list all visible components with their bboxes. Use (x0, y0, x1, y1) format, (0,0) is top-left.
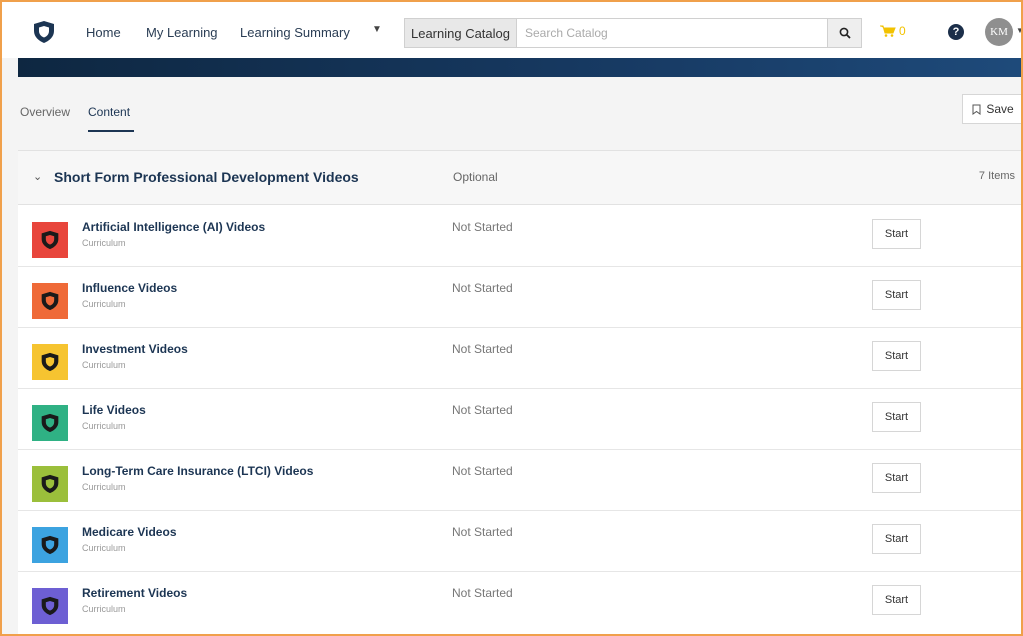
item-type: Curriculum (82, 604, 126, 614)
more-menu-caret-icon[interactable]: ▼ (372, 24, 382, 35)
cart-button[interactable]: 0 (880, 24, 906, 38)
item-type: Curriculum (82, 543, 126, 553)
help-icon[interactable]: ? (948, 24, 964, 40)
nav-my-learning-link[interactable]: My Learning (146, 25, 218, 40)
section-requirement: Optional (453, 170, 498, 184)
item-title-link[interactable]: Long-Term Care Insurance (LTCI) Videos (82, 464, 313, 478)
tab-content[interactable]: Content (88, 105, 130, 119)
shield-icon (41, 230, 59, 250)
shield-icon (41, 413, 59, 433)
item-title-link[interactable]: Medicare Videos (82, 525, 177, 539)
search-icon (839, 27, 851, 39)
list-item[interactable]: Medicare Videos Curriculum Not Started Star… (18, 511, 1021, 572)
shield-icon (41, 291, 59, 311)
bookmark-icon (972, 104, 981, 115)
item-status: Not Started (452, 525, 513, 539)
shield-icon (41, 596, 59, 616)
list-item[interactable]: Life Videos Curriculum Not Started Start (18, 389, 1021, 450)
shield-icon (41, 535, 59, 555)
item-thumbnail (32, 588, 68, 624)
section-header[interactable]: ⌄ Short Form Professional Development Vi… (18, 151, 1021, 205)
shield-logo-icon[interactable] (32, 20, 56, 44)
item-status: Not Started (452, 281, 513, 295)
item-thumbnail (32, 344, 68, 380)
avatar[interactable]: KM (985, 18, 1013, 46)
shield-icon (41, 352, 59, 372)
item-status: Not Started (452, 220, 513, 234)
item-status: Not Started (452, 403, 513, 417)
chevron-down-icon[interactable]: ⌄ (33, 170, 42, 183)
search-input[interactable] (517, 19, 827, 47)
item-title-link[interactable]: Life Videos (82, 403, 146, 417)
content-panel: ⌄ Short Form Professional Development Vi… (18, 150, 1021, 634)
item-type: Curriculum (82, 482, 126, 492)
start-button[interactable]: Start (872, 402, 921, 432)
start-button[interactable]: Start (872, 463, 921, 493)
tab-bar: Overview Content Save (2, 78, 1021, 146)
item-type: Curriculum (82, 299, 126, 309)
item-status: Not Started (452, 464, 513, 478)
shield-icon (41, 474, 59, 494)
active-tab-indicator (88, 130, 134, 132)
list-item[interactable]: Investment Videos Curriculum Not Started St… (18, 328, 1021, 389)
item-status: Not Started (452, 342, 513, 356)
app-window: Home My Learning Learning Summary ▼ Lear… (0, 0, 1023, 636)
start-button[interactable]: Start (872, 280, 921, 310)
avatar-caret-icon[interactable]: ▼ (1016, 26, 1021, 35)
list-item[interactable]: Influence Videos Curriculum Not Started Sta… (18, 267, 1021, 328)
item-title-link[interactable]: Artificial Intelligence (AI) Videos (82, 220, 265, 234)
cart-count: 0 (899, 24, 906, 38)
save-label: Save (986, 102, 1014, 116)
start-button[interactable]: Start (872, 341, 921, 371)
item-thumbnail (32, 283, 68, 319)
list-item[interactable]: Long-Term Care Insurance (LTCI) Videos Cu… (18, 450, 1021, 511)
tab-overview[interactable]: Overview (20, 105, 70, 119)
catalog-scope-label[interactable]: Learning Catalog (405, 19, 517, 47)
start-button[interactable]: Start (872, 524, 921, 554)
item-title-link[interactable]: Influence Videos (82, 281, 177, 295)
nav-home-link[interactable]: Home (86, 25, 121, 40)
item-type: Curriculum (82, 421, 126, 431)
item-type: Curriculum (82, 360, 126, 370)
list-item[interactable]: Retirement Videos Curriculum Not Started St… (18, 572, 1021, 633)
item-thumbnail (32, 466, 68, 502)
catalog-search-bar: Learning Catalog (404, 18, 862, 48)
start-button[interactable]: Start (872, 219, 921, 249)
item-type: Curriculum (82, 238, 126, 248)
header-banner (18, 58, 1021, 77)
item-thumbnail (32, 527, 68, 563)
section-item-count: 7 Items (978, 170, 1015, 182)
nav-learning-summary-link[interactable]: Learning Summary (240, 25, 350, 40)
item-title-link[interactable]: Investment Videos (82, 342, 188, 356)
save-button[interactable]: Save (962, 94, 1021, 124)
top-navigation: Home My Learning Learning Summary ▼ Lear… (2, 2, 1021, 58)
list-item[interactable]: Artificial Intelligence (AI) Videos Curri… (18, 206, 1021, 267)
item-thumbnail (32, 222, 68, 258)
item-title-link[interactable]: Retirement Videos (82, 586, 187, 600)
start-button[interactable]: Start (872, 585, 921, 615)
search-button[interactable] (827, 19, 861, 47)
cart-icon (880, 25, 896, 37)
item-status: Not Started (452, 586, 513, 600)
item-thumbnail (32, 405, 68, 441)
section-title: Short Form Professional Development Vide… (54, 169, 359, 185)
